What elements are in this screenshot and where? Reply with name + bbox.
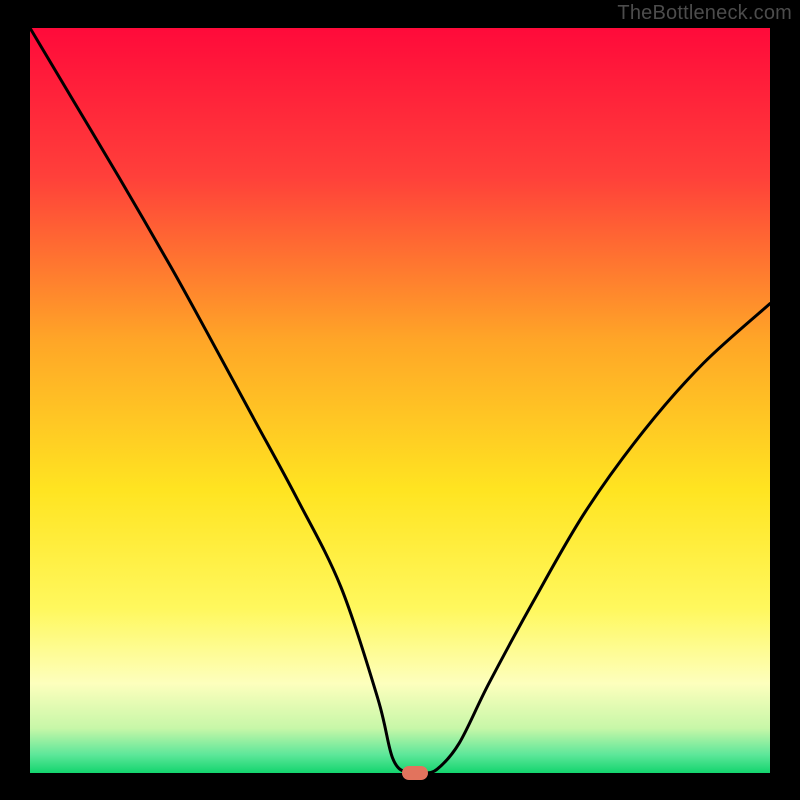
plot-area bbox=[30, 28, 770, 773]
gradient-background bbox=[30, 28, 770, 773]
watermark-text: TheBottleneck.com bbox=[617, 2, 792, 25]
bottleneck-chart bbox=[30, 28, 770, 773]
optimal-point-marker bbox=[402, 766, 428, 780]
chart-frame: TheBottleneck.com bbox=[0, 0, 800, 800]
